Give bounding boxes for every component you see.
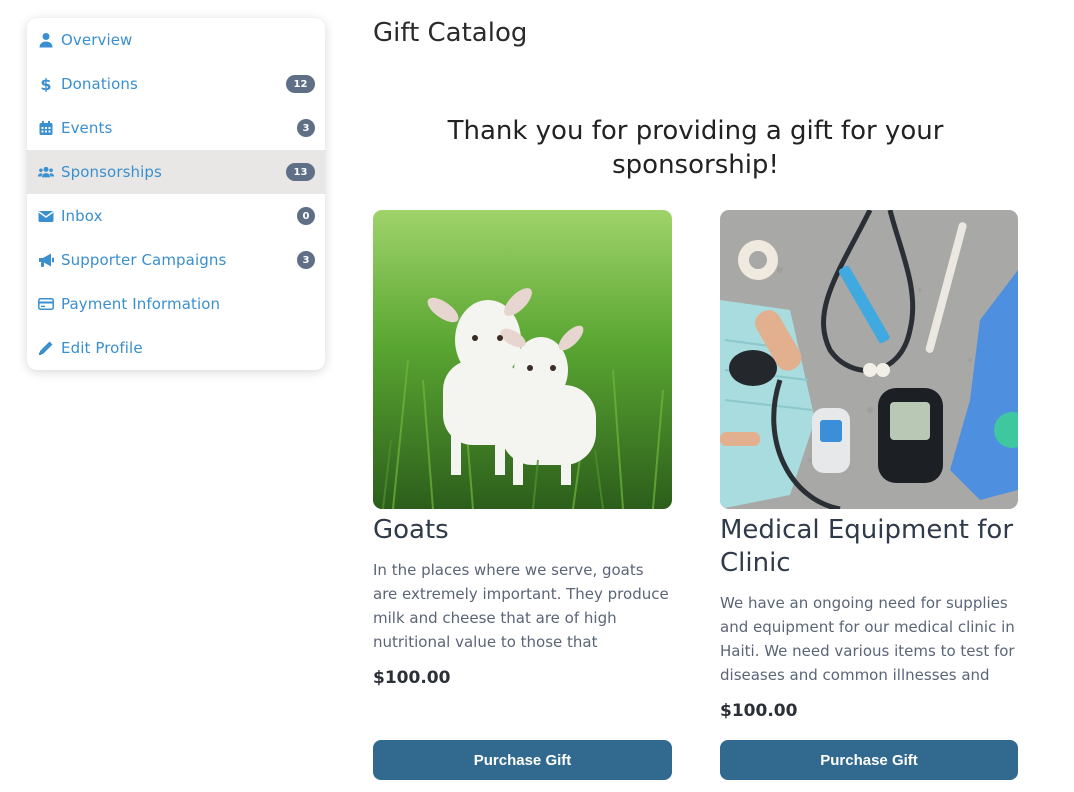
credit-card-icon <box>38 296 54 312</box>
envelope-icon <box>38 208 54 224</box>
sidebar-item-sponsorships[interactable]: Sponsorships 13 <box>27 150 325 194</box>
count-badge: 3 <box>297 119 315 137</box>
sidebar-item-label: Sponsorships <box>61 163 162 181</box>
sidebar-item-label: Events <box>61 119 113 137</box>
thank-you-message: Thank you for providing a gift for your … <box>447 116 944 180</box>
user-icon <box>38 32 54 48</box>
pencil-icon <box>38 340 54 356</box>
sidebar-item-label: Donations <box>61 75 138 93</box>
page-title: Gift Catalog <box>373 18 528 48</box>
calendar-icon <box>38 120 54 136</box>
sidebar-item-payment-information[interactable]: Payment Information <box>27 282 325 326</box>
gift-price: $100.00 <box>720 701 798 721</box>
sidebar-item-events[interactable]: Events 3 <box>27 106 325 150</box>
sidebar-item-overview[interactable]: Overview <box>27 18 325 62</box>
sidebar-item-label: Inbox <box>61 207 103 225</box>
gift-title: Goats <box>373 515 449 545</box>
sidebar-item-donations[interactable]: $ Donations 12 <box>27 62 325 106</box>
count-badge: 13 <box>286 163 315 181</box>
gift-image-goats <box>373 210 672 509</box>
gift-card-medical-equipment: Medical Equipment for Clinic We have an … <box>720 210 1018 721</box>
dollar-icon: $ <box>38 76 54 92</box>
sidebar-item-label: Edit Profile <box>61 339 143 357</box>
count-badge: 3 <box>297 251 315 269</box>
gift-description: In the places where we serve, goats are … <box>373 561 669 651</box>
gift-price: $100.00 <box>373 668 451 688</box>
gift-description: We have an ongoing need for supplies and… <box>720 594 1015 684</box>
sidebar-item-label: Payment Information <box>61 295 221 313</box>
svg-text:$: $ <box>40 76 51 92</box>
sidebar-item-inbox[interactable]: Inbox 0 <box>27 194 325 238</box>
gift-title: Medical Equipment for Clinic <box>720 515 1014 578</box>
gift-card-goats: Goats In the places where we serve, goat… <box>373 210 672 688</box>
users-icon <box>38 164 54 180</box>
sidebar-item-edit-profile[interactable]: Edit Profile <box>27 326 325 370</box>
count-badge: 12 <box>286 75 315 93</box>
sidebar-item-supporter-campaigns[interactable]: Supporter Campaigns 3 <box>27 238 325 282</box>
sidebar-item-label: Supporter Campaigns <box>61 251 227 269</box>
purchase-gift-button-medical-equipment[interactable]: Purchase Gift <box>720 740 1018 780</box>
sidebar-nav: Overview $ Donations 12 Events 3 Sponsor… <box>27 18 325 370</box>
purchase-gift-button-goats[interactable]: Purchase Gift <box>373 740 672 780</box>
sidebar-item-label: Overview <box>61 31 133 49</box>
gift-image-medical-equipment <box>720 210 1018 509</box>
count-badge: 0 <box>297 207 315 225</box>
megaphone-icon <box>38 252 54 268</box>
